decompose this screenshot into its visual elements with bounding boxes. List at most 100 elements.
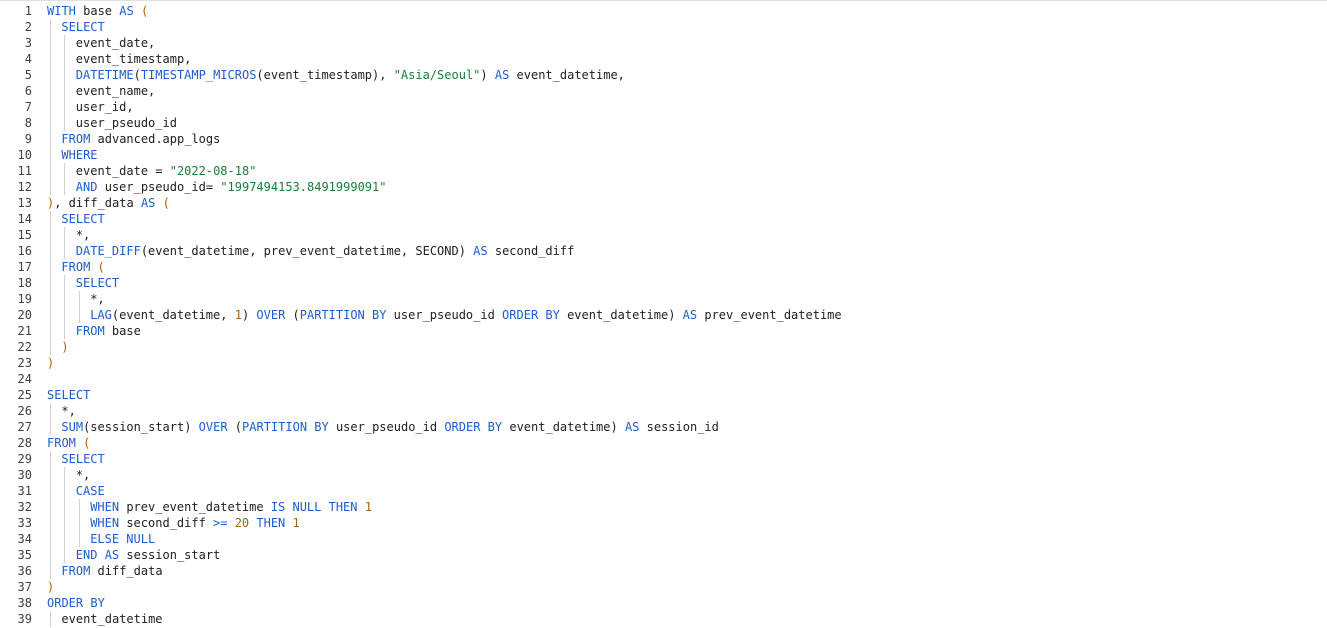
code-line[interactable]: 34 ELSE NULL <box>0 531 1327 547</box>
code-line[interactable]: 11 event_date = "2022-08-18" <box>0 163 1327 179</box>
code-line[interactable]: 26 *, <box>0 403 1327 419</box>
code-line[interactable]: 21 FROM base <box>0 323 1327 339</box>
indent-guide <box>50 419 51 435</box>
code-line[interactable]: 31 CASE <box>0 483 1327 499</box>
code-token: IS NULL THEN <box>270 500 358 514</box>
code-line[interactable]: 18 SELECT <box>0 275 1327 291</box>
code-line[interactable]: 19 *, <box>0 291 1327 307</box>
code-line[interactable]: 12 AND user_pseudo_id= "1997494153.849199… <box>0 179 1327 195</box>
code-token: FROM <box>47 436 76 450</box>
code-line[interactable]: 23) <box>0 355 1327 371</box>
code-line[interactable]: 28 FROM ( <box>0 435 1327 451</box>
indent-guide <box>50 467 51 483</box>
code-token: "Asia/Seoul" <box>393 68 481 82</box>
code-token: advanced.app_logs <box>90 132 221 146</box>
code-token: FROM <box>75 324 105 338</box>
indent-guide <box>50 531 51 547</box>
code-token: OVER <box>198 420 228 434</box>
code-token: ( <box>90 260 105 274</box>
code-line[interactable]: 13), diff_data AS ( <box>0 195 1327 211</box>
code-line[interactable]: 35 END AS session_start <box>0 547 1327 563</box>
code-text: event_timestamp, <box>76 51 192 67</box>
code-token: "2022-08-18" <box>169 164 257 178</box>
code-line[interactable]: 7 user_id, <box>0 99 1327 115</box>
code-token: event_datetime) <box>559 308 683 322</box>
code-token: 1 <box>285 516 300 530</box>
line-number: 39 <box>17 612 32 626</box>
code-token: OVER <box>256 308 286 322</box>
code-token: THEN <box>249 516 286 530</box>
code-token: FROM <box>61 132 91 146</box>
code-token: ( <box>285 308 300 322</box>
code-text: FROM ( <box>47 435 90 451</box>
code-text: *, <box>76 467 90 483</box>
code-token: PARTITION BY <box>242 420 329 434</box>
line-number: 7 <box>24 100 32 114</box>
code-token: SELECT <box>75 276 120 290</box>
line-number: 4 <box>24 52 32 66</box>
code-line[interactable]: 38 ORDER BY <box>0 595 1327 611</box>
code-text: event_date = "2022-08-18" <box>76 163 257 179</box>
code-text: *, <box>61 403 75 419</box>
code-line[interactable]: 14 SELECT <box>0 211 1327 227</box>
code-token: ELSE NULL <box>90 532 156 546</box>
code-line[interactable]: 22) <box>0 339 1327 355</box>
code-line[interactable]: 9 FROM advanced.app_logs <box>0 131 1327 147</box>
code-token: ) <box>47 356 55 370</box>
code-text: ) <box>61 339 68 355</box>
code-text: SELECT <box>61 211 104 227</box>
code-text: ELSE NULL <box>90 531 155 547</box>
code-token: event_date = <box>75 164 170 178</box>
code-line[interactable]: 29 SELECT <box>0 451 1327 467</box>
code-line[interactable]: 15 *, <box>0 227 1327 243</box>
code-text: FROM ( <box>61 259 104 275</box>
code-line[interactable]: 37) <box>0 579 1327 595</box>
indent-guide <box>50 259 51 275</box>
code-token: ) <box>61 340 69 354</box>
code-line[interactable]: 1 WITH base AS ( <box>0 3 1327 19</box>
code-token: AS <box>624 420 640 434</box>
indent-guide <box>64 243 66 259</box>
line-number: 22 <box>17 340 32 354</box>
code-line[interactable]: 32 WHEN prev_event_datetime IS NULL THEN … <box>0 499 1327 515</box>
indent-guide <box>50 275 51 291</box>
code-line[interactable]: 24 <box>0 371 1327 387</box>
code-line[interactable]: 16 DATE_DIFF(event_datetime, prev_event_d… <box>0 243 1327 259</box>
code-line[interactable]: 3 event_date, <box>0 35 1327 51</box>
code-text: ) <box>47 355 54 371</box>
code-token: (event_datetime, prev_event_datetime, SE… <box>140 244 474 258</box>
code-line[interactable]: 36 FROM diff_data <box>0 563 1327 579</box>
code-token: WHEN <box>90 516 120 530</box>
indent-guide <box>50 67 51 83</box>
sql-code-editor[interactable]: 1 WITH base AS (2 SELECT 3 event_date, 4 event… <box>0 0 1327 628</box>
code-token: 1 <box>357 500 372 514</box>
code-line[interactable]: 33 WHEN second_diff >= 20 THEN 1 <box>0 515 1327 531</box>
line-number: 3 <box>24 36 32 50</box>
code-line[interactable]: 2 SELECT <box>0 19 1327 35</box>
code-text: AND user_pseudo_id= "1997494153.84919990… <box>76 179 387 195</box>
indent-guide <box>50 243 51 259</box>
code-line[interactable]: 30 *, <box>0 467 1327 483</box>
code-line[interactable]: 6 event_name, <box>0 83 1327 99</box>
code-line[interactable]: 25 SELECT <box>0 387 1327 403</box>
line-number: 18 <box>17 276 32 290</box>
indent-guide <box>64 67 66 83</box>
code-line[interactable]: 8 user_pseudo_id <box>0 115 1327 131</box>
indent-guide <box>64 163 66 179</box>
indent-guide <box>50 131 51 147</box>
code-text: SELECT <box>76 275 119 291</box>
code-line[interactable]: 5 DATETIME(TIMESTAMP_MICROS(event_timesta… <box>0 67 1327 83</box>
code-token: ) <box>480 68 495 82</box>
indent-guide <box>50 51 51 67</box>
code-line[interactable]: 17 FROM ( <box>0 259 1327 275</box>
line-number: 19 <box>17 292 32 306</box>
indent-guide <box>50 611 51 627</box>
code-line[interactable]: 20 LAG(event_datetime, 1) OVER (PARTITION… <box>0 307 1327 323</box>
indent-guide <box>64 323 66 339</box>
code-line[interactable]: 10 WHERE <box>0 147 1327 163</box>
code-token: event_datetime, <box>509 68 625 82</box>
code-line[interactable]: 39 event_datetime <box>0 611 1327 627</box>
code-line[interactable]: 4 event_timestamp, <box>0 51 1327 67</box>
indent-guide <box>64 227 66 243</box>
code-line[interactable]: 27 SUM(session_start) OVER (PARTITION BY … <box>0 419 1327 435</box>
